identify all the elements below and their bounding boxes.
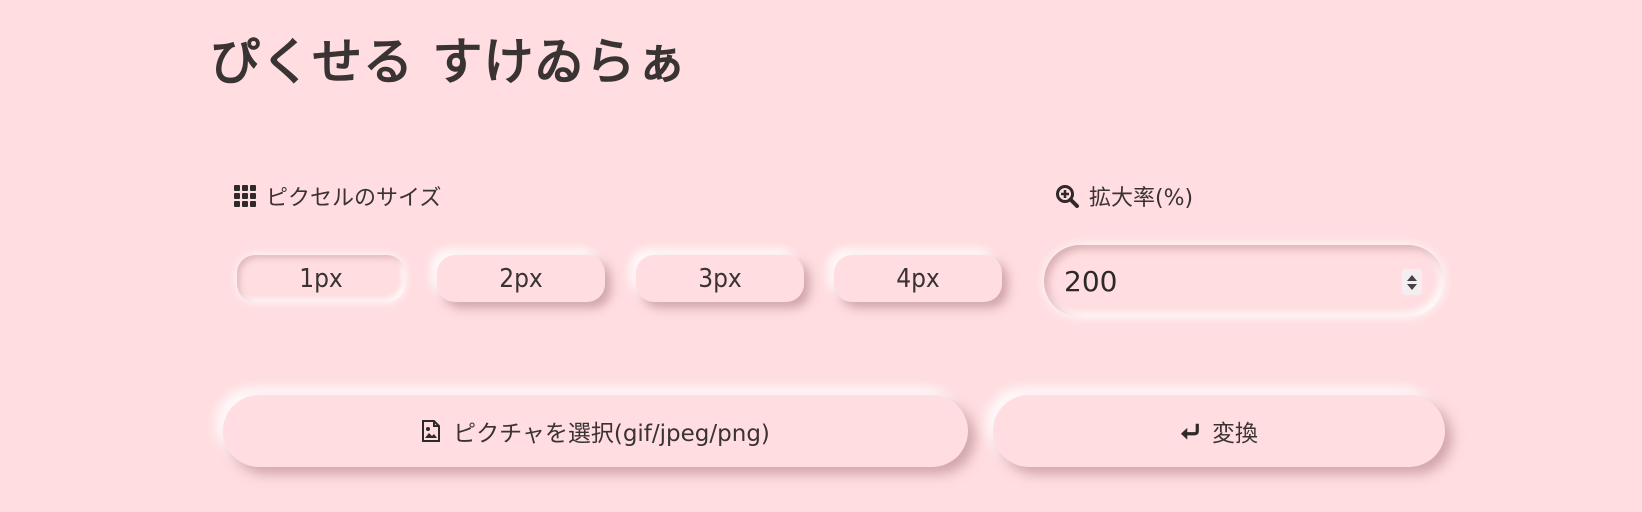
zoom-label: 拡大率(%)	[1055, 180, 1193, 212]
select-picture-label: ピクチャを選択(gif/jpeg/png)	[453, 421, 770, 447]
image-file-icon	[422, 420, 441, 442]
stepper-down-icon[interactable]	[1407, 283, 1417, 290]
select-picture-button[interactable]: ピクチャを選択(gif/jpeg/png)	[223, 395, 968, 467]
pixel-size-1px-button[interactable]: 1px	[237, 255, 405, 302]
pixel-scaler-page: ぴくせる すけゐらぁ ピクセルのサイズ 拡大率(%) 1px 2px 3px 4…	[0, 0, 1642, 512]
zoom-input[interactable]: 200	[1044, 245, 1444, 317]
stepper-up-icon[interactable]	[1407, 274, 1417, 281]
zoom-label-text: 拡大率(%)	[1089, 186, 1194, 211]
pixel-size-label: ピクセルのサイズ	[234, 180, 441, 212]
convert-button[interactable]: 変換	[993, 395, 1445, 467]
page-title: ぴくせる すけゐらぁ	[210, 33, 688, 91]
zoom-stepper[interactable]	[1402, 269, 1422, 295]
pixel-size-4px-button[interactable]: 4px	[834, 255, 1002, 302]
zoom-in-icon	[1056, 185, 1079, 208]
zoom-value: 200	[1064, 264, 1118, 298]
pixel-size-2px-button[interactable]: 2px	[437, 255, 605, 302]
convert-label: 変換	[1212, 421, 1258, 447]
enter-arrow-icon	[1180, 423, 1199, 440]
grid-icon	[234, 185, 256, 207]
pixel-size-label-text: ピクセルのサイズ	[266, 186, 442, 211]
pixel-size-3px-button[interactable]: 3px	[636, 255, 804, 302]
